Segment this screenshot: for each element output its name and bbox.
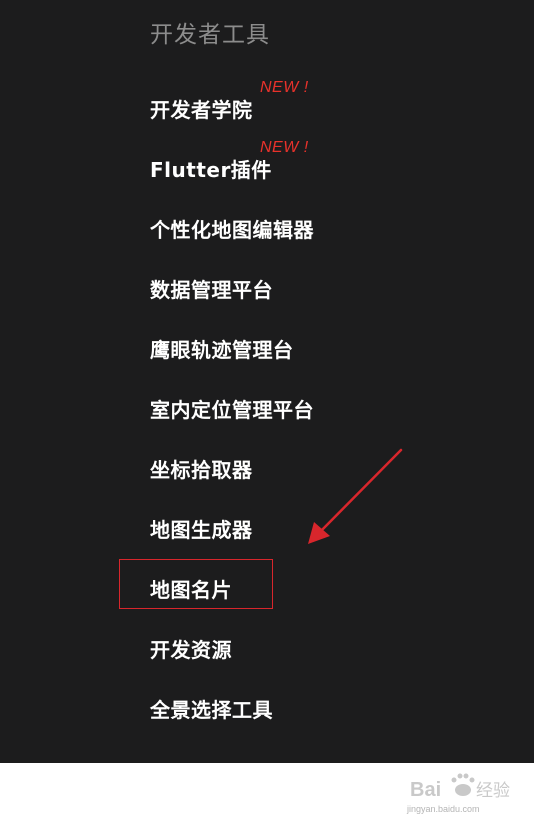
menu-item-label: 个性化地图编辑器 [150, 218, 314, 242]
menu-item-label: 开发者学院 [150, 98, 253, 122]
menu-item-label: 坐标拾取器 [150, 458, 253, 482]
svg-text:Bai: Bai [410, 779, 441, 801]
menu-item-developer-academy[interactable]: 开发者学院 NEW ! [150, 79, 308, 125]
menu-item-custom-map-editor[interactable]: 个性化地图编辑器 [150, 215, 314, 245]
menu-item-label: 室内定位管理平台 [150, 398, 314, 422]
developer-tools-panel: 开发者工具 开发者学院 NEW ! Flutter插件 NEW ! 个性化地图编… [0, 0, 534, 763]
menu-item-panorama-picker[interactable]: 全景选择工具 [150, 695, 273, 725]
watermark-url: jingyan.baidu.com [407, 804, 480, 814]
new-badge: NEW ! [260, 139, 309, 156]
section-title: 开发者工具 [150, 22, 270, 48]
menu-item-flutter-plugin[interactable]: Flutter插件 NEW ! [150, 139, 308, 185]
menu-item-coordinate-picker[interactable]: 坐标拾取器 [150, 455, 253, 485]
menu-item-map-generator[interactable]: 地图生成器 [150, 515, 253, 545]
menu-item-label: 数据管理平台 [150, 278, 273, 302]
menu-item-indoor-positioning[interactable]: 室内定位管理平台 [150, 395, 314, 425]
menu-item-eagle-eye-tracking[interactable]: 鹰眼轨迹管理台 [150, 335, 294, 365]
menu-item-label: 地图生成器 [150, 518, 253, 542]
annotation-highlight-box [119, 559, 273, 609]
menu-item-dev-resources[interactable]: 开发资源 [150, 635, 232, 665]
menu-item-label: 开发资源 [150, 638, 232, 662]
svg-text:经验: 经验 [476, 781, 510, 801]
menu-item-label: Flutter插件 [150, 158, 272, 182]
annotation-arrow-icon [308, 448, 403, 544]
menu-item-label: 全景选择工具 [150, 698, 273, 722]
new-badge: NEW ! [260, 79, 309, 96]
menu-item-label: 鹰眼轨迹管理台 [150, 338, 294, 362]
menu-item-data-management[interactable]: 数据管理平台 [150, 275, 273, 305]
